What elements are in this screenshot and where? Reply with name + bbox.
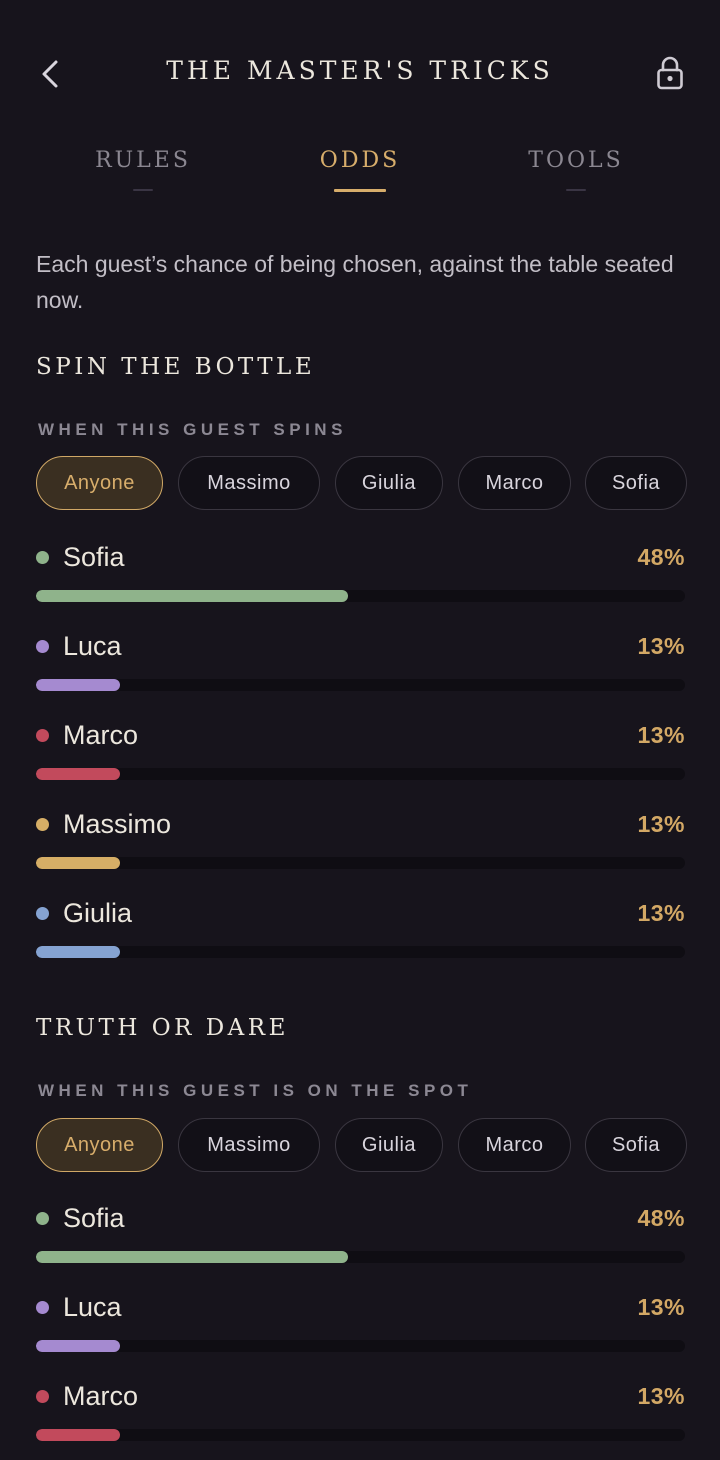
guest-name: Luca: [63, 631, 122, 661]
tab-indicator: [334, 189, 386, 192]
chip-label: Anyone: [64, 1133, 135, 1156]
guest-color-dot: [36, 1301, 49, 1314]
guest-percent: 48%: [637, 544, 685, 570]
chip-label: Massimo: [207, 1133, 291, 1156]
odds-bar-fill: [36, 1251, 348, 1263]
odds-row: Marco 13%: [36, 716, 685, 780]
odds-row: Luca 13%: [36, 627, 685, 691]
chip-giulia[interactable]: Giulia: [335, 1118, 443, 1172]
tab-rules[interactable]: RULES: [63, 148, 223, 191]
tab-label: ODDS: [319, 148, 401, 173]
tab-indicator: [566, 189, 586, 191]
guest-name: Marco: [63, 1381, 139, 1411]
guest-percent: 13%: [637, 1294, 685, 1320]
tab-label: RULES: [95, 148, 191, 173]
odds-bar-fill: [36, 590, 348, 602]
section-subtitle: WHEN THIS GUEST SPINS: [38, 420, 347, 439]
odds-bar-fill: [36, 768, 121, 780]
chip-label: Massimo: [207, 471, 291, 494]
chip-anyone[interactable]: Anyone: [36, 456, 163, 510]
chip-label: Anyone: [64, 471, 135, 494]
guest-color-dot: [36, 1390, 49, 1403]
guest-name: Sofia: [63, 1203, 125, 1233]
lock-icon: [657, 56, 683, 90]
chip-marco[interactable]: Marco: [458, 1118, 571, 1172]
tab-odds[interactable]: ODDS: [280, 148, 440, 192]
guest-percent: 48%: [637, 1205, 685, 1231]
tab-indicator: [133, 189, 153, 191]
tab-tools[interactable]: TOOLS: [496, 148, 656, 191]
odds-row: Giulia 13%: [36, 894, 685, 958]
guest-filter-chips: Anyone Massimo Giulia Marco Sofia: [36, 1118, 720, 1174]
app-header: THE MASTER'S TRICKS: [0, 0, 720, 150]
lock-button[interactable]: [648, 50, 692, 96]
odds-bar-track: [36, 946, 685, 958]
guest-color-dot: [36, 818, 49, 831]
chip-marco[interactable]: Marco: [458, 456, 571, 510]
guest-name: Marco: [63, 720, 139, 750]
guest-name: Luca: [63, 1292, 122, 1322]
odds-bar-fill: [36, 1340, 121, 1352]
chip-sofia[interactable]: Sofia: [585, 1118, 687, 1172]
page-title: THE MASTER'S TRICKS: [166, 56, 554, 85]
guest-percent: 13%: [637, 811, 685, 837]
odds-bar-fill: [36, 679, 121, 691]
guest-percent: 13%: [637, 1383, 685, 1409]
guest-percent: 13%: [637, 900, 685, 926]
odds-row: Marco 13%: [36, 1377, 685, 1441]
guest-name: Massimo: [63, 809, 172, 839]
chip-massimo[interactable]: Massimo: [178, 456, 320, 510]
guest-filter-chips: Anyone Massimo Giulia Marco Sofia: [36, 456, 720, 512]
guest-percent: 13%: [637, 722, 685, 748]
guest-color-dot: [36, 551, 49, 564]
chip-sofia[interactable]: Sofia: [585, 456, 687, 510]
odds-bar-track: [36, 768, 685, 780]
chip-label: Giulia: [361, 1133, 417, 1156]
odds-row: Sofia 48%: [36, 538, 685, 602]
odds-bar-track: [36, 679, 685, 691]
odds-bar-track: [36, 1251, 685, 1263]
odds-bar-track: [36, 590, 685, 602]
chip-label: Sofia: [611, 471, 661, 494]
guest-color-dot: [36, 729, 49, 742]
section-title-truth-or-dare: TRUTH OR DARE: [36, 1015, 289, 1041]
guest-name: Giulia: [63, 898, 133, 928]
guest-color-dot: [36, 640, 49, 653]
odds-bar-track: [36, 1429, 685, 1441]
odds-row: Sofia 48%: [36, 1199, 685, 1263]
chip-massimo[interactable]: Massimo: [178, 1118, 320, 1172]
guest-color-dot: [36, 1212, 49, 1225]
odds-bar-track: [36, 1340, 685, 1352]
odds-row: Luca 13%: [36, 1288, 685, 1352]
chip-label: Marco: [485, 471, 544, 494]
odds-bar-fill: [36, 857, 121, 869]
chip-label: Marco: [485, 1133, 544, 1156]
odds-row: Massimo 13%: [36, 805, 685, 869]
chip-anyone[interactable]: Anyone: [36, 1118, 163, 1172]
tab-bar: RULES ODDS TOOLS: [0, 148, 720, 204]
guest-percent: 13%: [637, 633, 685, 659]
odds-bar-track: [36, 857, 685, 869]
odds-bar-fill: [36, 1429, 121, 1441]
guest-color-dot: [36, 907, 49, 920]
tab-label: TOOLS: [528, 148, 624, 173]
section-title-spin-the-bottle: SPIN THE BOTTLE: [36, 354, 316, 380]
section-subtitle: WHEN THIS GUEST IS ON THE SPOT: [38, 1081, 473, 1100]
odds-screen: THE MASTER'S TRICKS RULES ODDS TOOLS Eac…: [0, 0, 720, 1460]
chip-giulia[interactable]: Giulia: [335, 456, 443, 510]
guest-name: Sofia: [63, 542, 125, 572]
odds-bar-fill: [36, 946, 121, 958]
intro-text: Each guest’s chance of being chosen, aga…: [36, 251, 674, 313]
chip-label: Giulia: [361, 471, 417, 494]
chip-label: Sofia: [611, 1133, 661, 1156]
